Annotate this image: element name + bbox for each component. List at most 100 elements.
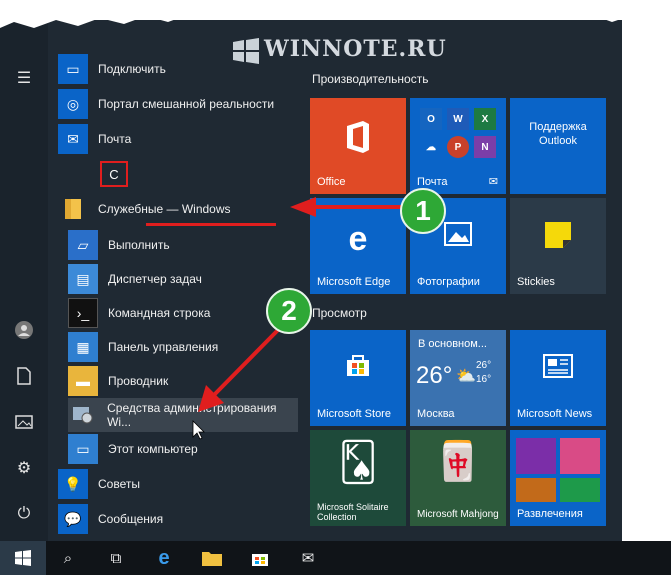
tile-label: Фотографии: [417, 276, 480, 288]
weather-low: 16°: [476, 374, 492, 385]
candy-crush-icon: [516, 438, 556, 474]
tile-office[interactable]: Office: [310, 98, 406, 194]
left-rail: ☰ ⚙ ⏻: [0, 20, 48, 541]
app-label: Сообщения: [98, 512, 164, 526]
tile-weather[interactable]: В основном... 26° ⛅ 26° 16° Москва: [410, 330, 506, 426]
playing-cards-icon: 🂮: [338, 442, 378, 484]
annotation-underline: [146, 223, 276, 226]
tile-store[interactable]: Microsoft Store: [310, 330, 406, 426]
sticky-note-icon: [510, 220, 606, 258]
store-icon[interactable]: [248, 546, 272, 570]
game-icon: [560, 478, 600, 502]
app-label: Этот компьютер: [108, 442, 198, 456]
app-item-mixed-reality[interactable]: ◎ Портал смешанной реальности: [58, 87, 293, 121]
hamburger-menu-icon[interactable]: ☰: [12, 66, 36, 90]
tile-mahjong[interactable]: 🀄 Microsoft Mahjong: [410, 430, 506, 526]
app-item-messages[interactable]: 💬 Сообщения: [58, 502, 293, 536]
app-label: Портал смешанной реальности: [98, 97, 275, 111]
documents-icon[interactable]: [12, 364, 36, 388]
task-view-icon[interactable]: ⧉: [104, 546, 128, 570]
tile-label: Поддержка Outlook: [529, 121, 587, 147]
tile-solitaire[interactable]: 🂮 Microsoft Solitaire Collection: [310, 430, 406, 526]
section-letter-c[interactable]: С: [100, 161, 128, 187]
control-panel-icon: ▦: [68, 332, 98, 362]
tile-label: Microsoft Edge: [317, 276, 391, 288]
folder-system-windows[interactable]: Служебные — Windows: [58, 192, 293, 226]
word-icon: W: [447, 108, 469, 130]
app-item-control-panel[interactable]: ▦ Панель управления: [68, 330, 298, 364]
office-icon: [310, 120, 406, 162]
windows-logo-icon: [15, 550, 31, 566]
excel-icon: X: [474, 108, 496, 130]
tile-edge[interactable]: e Microsoft Edge: [310, 198, 406, 294]
friends-game-icon: [560, 438, 600, 474]
annotation-badge-2: 2: [266, 288, 312, 334]
app-item-cmd[interactable]: ›_ Командная строка: [68, 296, 298, 330]
tile-news[interactable]: Microsoft News: [510, 330, 606, 426]
app-label: Советы: [98, 477, 140, 491]
app-label: Выполнить: [108, 238, 170, 252]
tile-label: Microsoft Mahjong: [417, 509, 499, 520]
app-item-admin-tools[interactable]: Средства администрирования Wi...: [68, 398, 298, 432]
news-icon: [510, 352, 606, 386]
tile-label: Развлечения: [517, 508, 583, 520]
weather-temp: 26°: [416, 362, 453, 389]
group-label-browse: Просмотр: [312, 306, 367, 320]
store-bag-icon: [310, 352, 406, 386]
tile-label: Москва: [417, 408, 455, 420]
app-label: Средства администрирования Wi...: [107, 401, 277, 429]
mahjong-tile-icon: 🀄: [434, 441, 482, 483]
annotation-badge-1: 1: [400, 188, 446, 234]
file-explorer-icon[interactable]: [200, 546, 224, 570]
tile-label: Office: [317, 176, 346, 188]
computer-icon: ▭: [68, 434, 98, 464]
taskbar: ⌕ ⧉ e ✉: [0, 541, 671, 575]
mail-icon: ✉: [58, 124, 88, 154]
tile-entertainment[interactable]: Развлечения: [510, 430, 606, 526]
folder-icon: [58, 194, 88, 224]
mixed-reality-icon: ◎: [58, 89, 88, 119]
sun-cloud-icon: ⛅: [456, 368, 476, 385]
admin-tools-icon: [68, 400, 97, 430]
app-label: Командная строка: [108, 306, 211, 320]
tile-label: Microsoft Store: [317, 408, 391, 420]
watermark-text: WINNOTE.RU: [264, 36, 447, 62]
tile-label: Microsoft Solitaire Collection: [317, 502, 389, 522]
settings-gear-icon[interactable]: ⚙: [12, 456, 36, 480]
cmd-icon: ›_: [68, 298, 98, 328]
tile-label: Почта: [417, 176, 448, 188]
mail-icon: ✉: [488, 176, 498, 188]
search-icon[interactable]: ⌕: [56, 546, 80, 570]
app-label: Почта: [98, 132, 132, 146]
weather-condition: В основном...: [418, 338, 487, 350]
group-label-productivity: Производительность: [312, 72, 429, 86]
app-item-run[interactable]: ▱ Выполнить: [68, 228, 298, 262]
tile-outlook-support[interactable]: Поддержка Outlook: [510, 98, 606, 194]
start-menu: ☰ ⚙ ⏻ ▭ Подключить ◎ Портал смешанной ре…: [0, 20, 622, 541]
folder-label: Служебные — Windows: [98, 202, 231, 216]
tile-label: Stickies: [517, 276, 555, 288]
pictures-icon[interactable]: [12, 410, 36, 434]
app-item-explorer[interactable]: ▬ Проводник: [68, 364, 298, 398]
app-label: Подключить: [98, 62, 166, 76]
app-item-this-pc[interactable]: ▭ Этот компьютер: [68, 432, 298, 466]
mail-icon[interactable]: ✉: [296, 546, 320, 570]
app-item-tips[interactable]: 💡 Советы: [58, 467, 293, 501]
app-item-mail[interactable]: ✉ Почта: [58, 122, 293, 156]
tile-label: Microsoft News: [517, 408, 593, 420]
edge-icon[interactable]: e: [152, 546, 176, 570]
app-item-task-manager[interactable]: ▤ Диспетчер задач: [68, 262, 298, 296]
user-avatar-icon[interactable]: [12, 318, 36, 342]
tips-icon: 💡: [58, 469, 88, 499]
windows-logo-icon: [233, 38, 259, 64]
task-manager-icon: ▤: [68, 264, 98, 294]
weather-high: 26°: [476, 360, 492, 371]
start-button[interactable]: [0, 541, 46, 575]
powerpoint-icon: P: [447, 136, 469, 158]
tile-stickies[interactable]: Stickies: [510, 198, 606, 294]
outlook-icon: O: [420, 108, 442, 130]
power-icon[interactable]: ⏻: [12, 502, 36, 526]
tile-mail-group[interactable]: O W X ☁ P N Почта ✉: [410, 98, 506, 194]
app-label: Проводник: [108, 374, 169, 388]
tile-area: Производительность Office O W X ☁ P N По…: [310, 20, 622, 541]
